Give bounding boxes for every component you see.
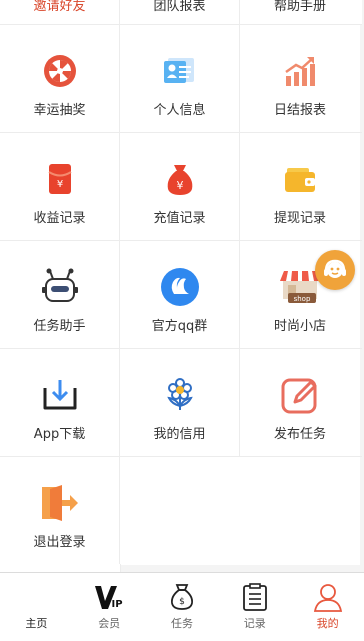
grid-item-income-records[interactable]: ¥ 收益记录 [0,133,120,241]
grid-item-label: 时尚小店 [273,319,326,334]
grid-item-team-report[interactable]: 团队报表 [120,0,240,24]
grid-item-label: 退出登录 [33,535,86,550]
tab-label: 我的 [316,617,339,630]
grid-item-label: 邀请好友 [33,0,86,14]
logout-icon [38,481,82,525]
grid-item-label: 幸运抽奖 [33,103,86,118]
grid-item-daily-report[interactable]: 日结报表 [240,25,360,133]
download-icon [38,373,82,417]
grid-item-label: App下载 [33,427,86,442]
grid-item-my-credit[interactable]: 我的信用 [120,349,240,457]
headset-icon [324,259,346,278]
grid-item-official-qq-group[interactable]: 官方qq群 [120,241,240,349]
qq-icon [158,265,202,309]
grid-item-help-manual[interactable]: 帮助手册 [240,0,360,24]
id-card-icon [158,49,202,93]
bottom-tab-bar: 主页 IP 会员 $ 任务 记录 我的 [0,572,364,641]
grid-row: 幸运抽奖 个人信息 日结报表 [0,24,362,133]
svg-text:¥: ¥ [56,179,62,190]
svg-text:$: $ [179,597,185,607]
grid-item-label: 日结报表 [273,103,326,118]
grid-item-lucky-draw[interactable]: 幸运抽奖 [0,25,120,133]
grid-item-personal-info[interactable]: 个人信息 [120,25,240,133]
chart-up-icon [278,49,322,93]
grid-item-task-assistant[interactable]: 任务助手 [0,241,120,349]
grid-row: 退出登录 [0,456,362,565]
customer-service-button[interactable] [315,250,355,290]
grid-empty-cell [120,457,240,565]
tab-label: 任务 [170,617,193,630]
svg-text:IP: IP [112,599,123,610]
grid-item-withdraw-records[interactable]: 提现记录 [240,133,360,241]
tab-records[interactable]: 记录 [218,573,291,641]
red-envelope-icon: ¥ [38,157,82,201]
edit-icon [278,373,322,417]
grid-top-row-partial: 邀请好友 团队报表 帮助手册 [0,0,362,24]
money-bag-outline-icon: $ [166,581,198,613]
clipboard-icon [239,581,271,613]
grid-item-label: 任务助手 [33,319,86,334]
tab-member[interactable]: IP 会员 [73,573,146,641]
robot-icon [38,265,82,309]
tab-label: 会员 [98,617,121,630]
grid-item-label: 提现记录 [273,211,326,226]
tab-task[interactable]: $ 任务 [146,573,219,641]
tab-home[interactable]: 主页 [0,573,73,641]
grid-row: 任务助手 官方qq群 shop 时尚小店 [0,240,362,349]
person-icon [312,581,344,613]
grid-item-label: 团队报表 [153,0,206,14]
grid-item-label: 收益记录 [33,211,86,226]
grid-item-label: 帮助手册 [273,0,326,14]
wheel-icon [38,49,82,93]
tab-mine[interactable]: 我的 [291,573,364,641]
grid-item-label: 个人信息 [153,103,206,118]
grid-item-app-download[interactable]: App下载 [0,349,120,457]
grid-item-label: 我的信用 [153,427,206,442]
grid-row: ¥ 收益记录 ¥ 充值记录 提现记录 [0,132,362,241]
grid-item-logout[interactable]: 退出登录 [0,457,120,565]
grid-item-recharge-records[interactable]: ¥ 充值记录 [120,133,240,241]
tab-label: 主页 [25,617,48,630]
grid-row: App下载 我的信用 发布任务 [0,348,362,457]
shop-badge-text: shop [294,295,311,303]
grid-item-invite[interactable]: 邀请好友 [0,0,120,24]
flower-icon [158,373,202,417]
grid-empty-cell [240,457,360,565]
tab-label: 记录 [243,617,266,630]
grid-item-label: 发布任务 [273,427,326,442]
svg-text:¥: ¥ [176,179,183,192]
wallet-icon [278,157,322,201]
money-bag-icon: ¥ [158,157,202,201]
grid-item-publish-task[interactable]: 发布任务 [240,349,360,457]
grid-item-label: 官方qq群 [151,319,208,334]
grid-item-label: 充值记录 [153,211,206,226]
vip-icon: IP [93,581,125,613]
